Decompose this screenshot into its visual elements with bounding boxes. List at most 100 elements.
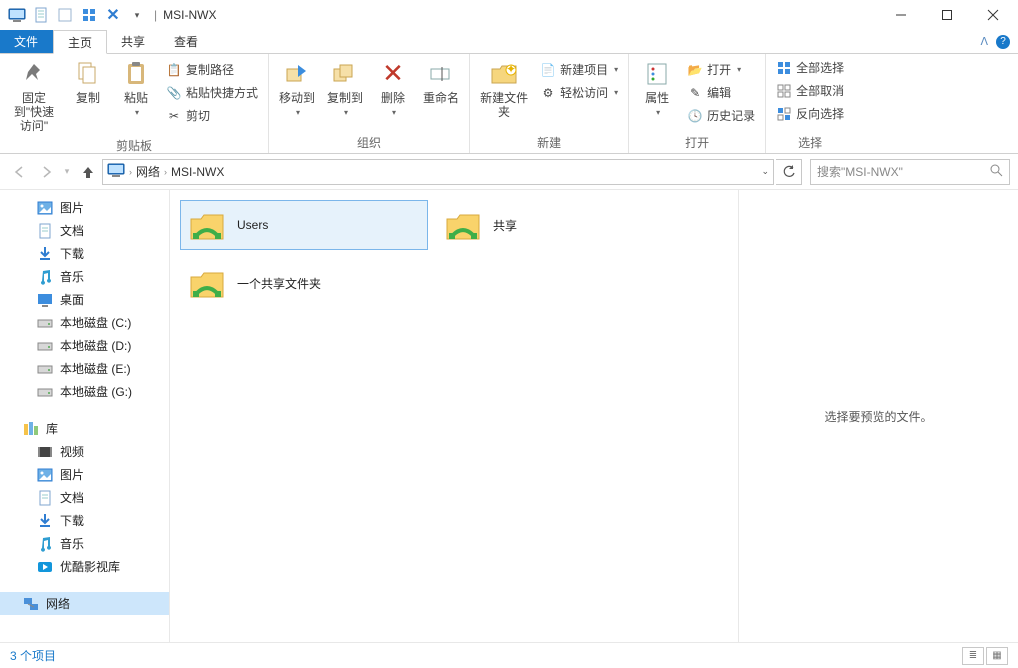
rename-button[interactable]: 重命名 — [419, 56, 463, 108]
content-pane[interactable]: Users 共享一个共享文件夹 — [170, 190, 738, 642]
history-icon: 🕓 — [687, 108, 703, 124]
collapse-ribbon-icon[interactable]: ᐱ — [980, 35, 988, 48]
youku-icon — [36, 559, 54, 575]
nav-item-label: 音乐 — [60, 268, 84, 285]
minimize-button[interactable] — [878, 0, 924, 30]
easy-access-button[interactable]: ⚙轻松访问▾ — [536, 83, 622, 102]
address-bar[interactable]: › 网络 › MSI-NWX ⌄ — [102, 159, 774, 185]
nav-item[interactable]: 图片 — [0, 196, 169, 219]
tab-file[interactable]: 文件 — [0, 30, 53, 53]
edit-icon: ✎ — [687, 85, 703, 101]
new-folder-icon: ✦ — [488, 58, 520, 90]
invert-selection-button[interactable]: 反向选择 — [772, 104, 848, 123]
new-window-icon[interactable] — [54, 4, 76, 26]
up-button[interactable] — [76, 160, 100, 184]
computer-icon[interactable] — [6, 4, 28, 26]
nav-item[interactable]: 本地磁盘 (E:) — [0, 357, 169, 380]
breadcrumb-network[interactable]: 网络 — [136, 163, 160, 180]
pin-icon — [18, 58, 50, 90]
nav-item-label: 图片 — [60, 466, 84, 483]
close-button[interactable] — [970, 0, 1016, 30]
tab-view[interactable]: 查看 — [160, 30, 213, 53]
nav-item[interactable]: 文档 — [0, 219, 169, 242]
back-button[interactable] — [8, 160, 32, 184]
select-none-button[interactable]: 全部取消 — [772, 81, 848, 100]
navigation-pane[interactable]: 图片文档下载音乐桌面本地磁盘 (C:)本地磁盘 (D:)本地磁盘 (E:)本地磁… — [0, 190, 170, 642]
new-folder-button[interactable]: ✦ 新建文件夹 — [476, 56, 532, 122]
move-to-button[interactable]: 移动到▾ — [275, 56, 319, 119]
breadcrumb-sep-icon[interactable]: › — [162, 167, 169, 177]
file-item[interactable]: 一个共享文件夹 — [180, 258, 428, 308]
nav-item[interactable]: 本地磁盘 (C:) — [0, 311, 169, 334]
file-item-label: 一个共享文件夹 — [237, 275, 321, 292]
file-item[interactable]: 共享 — [436, 200, 684, 250]
file-item[interactable]: Users — [180, 200, 428, 250]
paste-shortcut-icon: 📎 — [166, 85, 182, 101]
nav-library-header[interactable]: 库 — [0, 417, 169, 440]
image-icon — [36, 200, 54, 216]
nav-item-label: 下载 — [60, 245, 84, 262]
tab-home[interactable]: 主页 — [53, 30, 107, 54]
ribbon-group-select: 全部选择 全部取消 反向选择 选择 — [766, 54, 854, 153]
nav-network[interactable]: 网络 — [0, 592, 169, 615]
cut-icon: ✂ — [166, 108, 182, 124]
easy-access-icon: ⚙ — [540, 85, 556, 101]
select-all-button[interactable]: 全部选择 — [772, 58, 848, 77]
breadcrumb-current[interactable]: MSI-NWX — [171, 165, 224, 179]
properties-button[interactable]: 属性▾ — [635, 56, 679, 119]
copy-to-button[interactable]: 复制到▾ — [323, 56, 367, 119]
paste-button[interactable]: 粘贴 ▾ — [114, 56, 158, 119]
view-large-icons-button[interactable]: ▦ — [986, 647, 1008, 665]
tab-share[interactable]: 共享 — [107, 30, 160, 53]
new-item-button[interactable]: 📄新建项目▾ — [536, 60, 622, 79]
help-icon[interactable]: ? — [996, 35, 1010, 49]
address-history-icon[interactable]: ⌄ — [761, 166, 769, 177]
select-all-icon — [776, 60, 792, 76]
pin-to-quick-access-button[interactable]: 固定到"快速访问" — [6, 56, 62, 135]
close-x-icon[interactable]: ✕ — [102, 4, 124, 26]
nav-item[interactable]: 音乐 — [0, 265, 169, 288]
nav-item[interactable]: 本地磁盘 (D:) — [0, 334, 169, 357]
refresh-button[interactable] — [776, 159, 802, 185]
library-icon — [22, 421, 40, 437]
open-button[interactable]: 📂打开▾ — [683, 60, 759, 79]
nav-lib-item[interactable]: 图片 — [0, 463, 169, 486]
nav-lib-item[interactable]: 下载 — [0, 509, 169, 532]
qat-dropdown-icon[interactable]: ▾ — [126, 4, 148, 26]
nav-lib-item[interactable]: 视频 — [0, 440, 169, 463]
edit-button[interactable]: ✎编辑 — [683, 83, 759, 102]
view-tiles-icon[interactable] — [78, 4, 100, 26]
new-item-icon: 📄 — [540, 62, 556, 78]
nav-item-label: 本地磁盘 (E:) — [60, 360, 131, 377]
group-label-new: 新建 — [476, 132, 622, 153]
nav-lib-item[interactable]: 音乐 — [0, 532, 169, 555]
delete-button[interactable]: ✕ 删除▾ — [371, 56, 415, 119]
history-button[interactable]: 🕓历史记录 — [683, 106, 759, 125]
nav-item[interactable]: 下载 — [0, 242, 169, 265]
desktop-icon — [36, 292, 54, 308]
music-icon — [36, 536, 54, 552]
nav-item[interactable]: 桌面 — [0, 288, 169, 311]
nav-lib-item[interactable]: 文档 — [0, 486, 169, 509]
search-icon — [989, 163, 1003, 180]
nav-lib-item[interactable]: 优酷影视库 — [0, 555, 169, 578]
file-item-label: 共享 — [493, 217, 517, 234]
nav-item-label: 本地磁盘 (G:) — [60, 383, 132, 400]
copy-button[interactable]: 复制 — [66, 56, 110, 108]
shared-folder-icon — [187, 263, 227, 303]
copy-path-icon: 📋 — [166, 62, 182, 78]
breadcrumb-sep-icon[interactable]: › — [127, 167, 134, 177]
cut-button[interactable]: ✂剪切 — [162, 106, 262, 125]
copy-path-button[interactable]: 📋复制路径 — [162, 60, 262, 79]
nav-item[interactable]: 本地磁盘 (G:) — [0, 380, 169, 403]
doc-icon[interactable] — [30, 4, 52, 26]
search-input[interactable]: 搜索"MSI-NWX" — [810, 159, 1010, 185]
view-details-button[interactable]: ≣ — [962, 647, 984, 665]
paste-icon — [120, 58, 152, 90]
maximize-button[interactable] — [924, 0, 970, 30]
invert-selection-icon — [776, 106, 792, 122]
forward-button[interactable] — [34, 160, 58, 184]
recent-dropdown-button[interactable]: ▾ — [60, 160, 74, 184]
chevron-down-icon: ▾ — [737, 65, 741, 74]
paste-shortcut-button[interactable]: 📎粘贴快捷方式 — [162, 83, 262, 102]
